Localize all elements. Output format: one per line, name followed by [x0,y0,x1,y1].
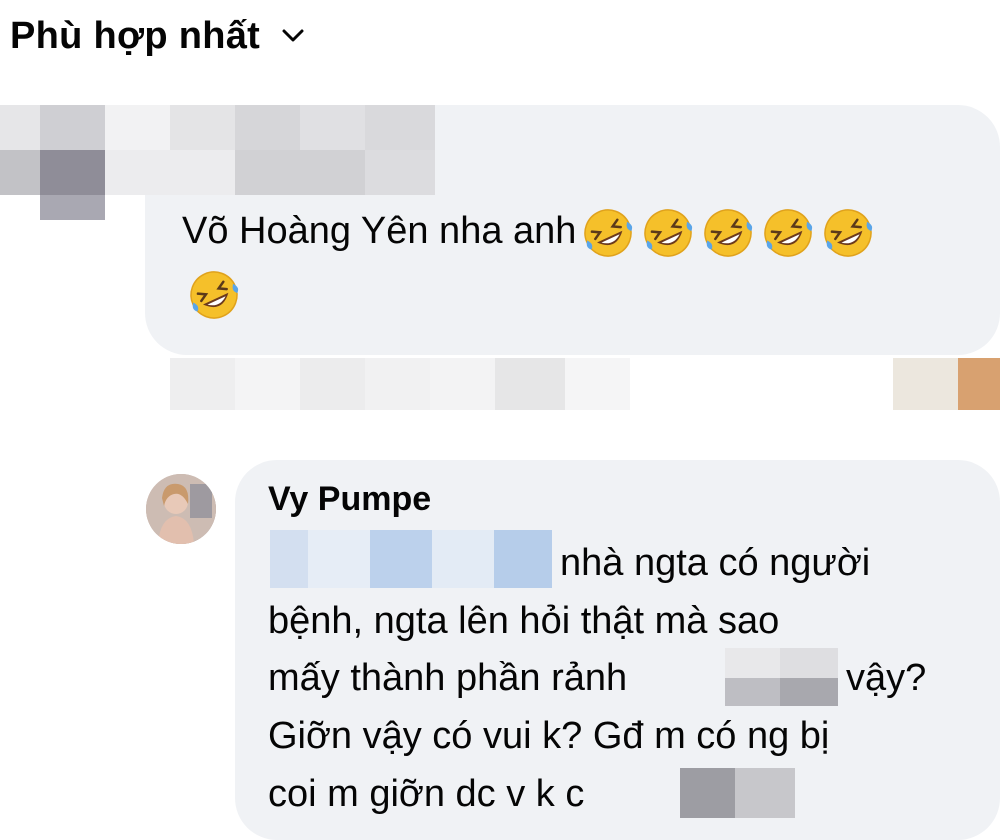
reply-line-2: bệnh, ngta lên hỏi thật mà sao [268,600,780,642]
reply-line-3: mấy thành phần rảnh [268,657,628,699]
comment-body: Võ Hoàng Yên nha anh [182,210,577,252]
reply-line-1: nhà ngta có người [560,542,871,584]
sort-label: Phù hợp nhất [10,14,261,57]
reply-line-3b: vậy? [846,657,927,699]
rofl-emoji-icon [640,205,696,261]
avatar[interactable] [146,474,216,544]
comment-text: Võ Hoàng Yên nha anh [182,200,982,324]
rofl-emoji-icon [820,205,876,261]
reply-line-4: Giỡn vậy có vui k? Gđ m có ng bị [268,715,830,757]
rofl-emoji-icon [580,205,636,261]
rofl-emoji-icon [186,267,242,323]
rofl-emoji-icon [700,205,756,261]
sort-dropdown[interactable]: Phù hợp nhất [10,12,304,60]
reply-line-5: coi m giỡn dc v k c [268,773,585,815]
reply-author[interactable]: Vy Pumpe [268,480,431,519]
rofl-emoji-icon [760,205,816,261]
chevron-down-icon [282,29,304,43]
